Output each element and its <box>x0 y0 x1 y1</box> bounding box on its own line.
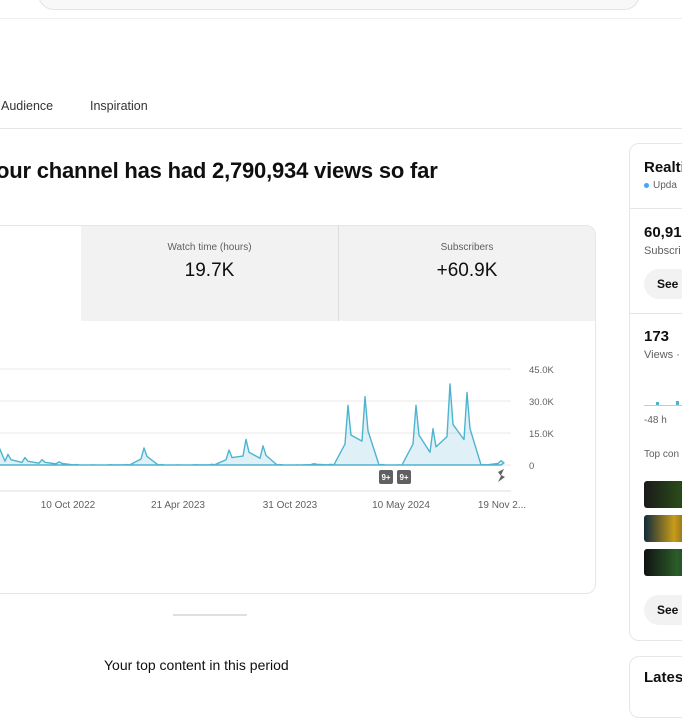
tab-divider <box>0 128 682 129</box>
realtime-bars <box>644 401 682 406</box>
realtime-views-label: Views · <box>644 349 680 361</box>
realtime-panel: Realti Upda 60,91 Subscri See 173 Views … <box>629 143 682 641</box>
event-marker[interactable]: 9+ <box>379 470 393 484</box>
panel-divider <box>630 313 682 314</box>
shorts-icon <box>498 469 505 482</box>
latest-title: Lates <box>644 669 682 686</box>
latest-panel: Lates <box>629 656 682 718</box>
video-thumbnail[interactable] <box>644 549 682 576</box>
search-bar[interactable] <box>38 0 640 10</box>
y-tick-label: 0 <box>529 461 534 472</box>
realtime-time-label: -48 h <box>644 415 667 426</box>
x-tick-label: 10 Oct 2022 <box>41 500 96 511</box>
live-dot-icon <box>644 182 649 188</box>
x-tick-label: 10 May 2024 <box>372 500 430 511</box>
overview-card: Watch time (hours) 19.7K Subscribers +60… <box>0 225 596 594</box>
see-live-count-button[interactable]: See <box>644 269 682 299</box>
realtime-views-count: 173 <box>644 328 670 345</box>
tab-inspiration[interactable]: Inspiration <box>90 99 148 113</box>
x-tick-label: 19 Nov 2... <box>478 500 526 511</box>
svg-text:9+: 9+ <box>399 473 408 482</box>
views-chart[interactable]: 45.0K 30.0K 15.0K 0 9+ 9+ 10 Oct 2022 21 Apr 20… <box>0 226 595 593</box>
realtime-title: Realti <box>644 159 682 176</box>
y-tick-label: 15.0K <box>529 429 554 440</box>
header-divider <box>0 18 682 19</box>
y-tick-label: 45.0K <box>529 365 554 376</box>
panel-divider <box>630 208 682 209</box>
event-marker[interactable]: 9+ <box>397 470 411 484</box>
update-status: Upda <box>644 180 677 191</box>
subscriber-count: 60,91 <box>644 224 682 241</box>
series-line <box>0 383 505 466</box>
video-thumbnail[interactable] <box>644 515 682 542</box>
y-tick-label: 30.0K <box>529 397 554 408</box>
x-tick-label: 21 Apr 2023 <box>151 500 205 511</box>
page-title: our channel has had 2,790,934 views so f… <box>0 158 438 183</box>
top-content-title: Your top content in this period <box>104 657 289 673</box>
subscriber-label: Subscri <box>644 245 681 257</box>
video-thumbnail[interactable] <box>644 481 682 508</box>
update-status-label: Upda <box>653 180 677 191</box>
svg-text:9+: 9+ <box>381 473 390 482</box>
top-content-label: Top con <box>644 449 680 460</box>
tab-audience[interactable]: Audience <box>1 99 53 113</box>
x-tick-label: 31 Oct 2023 <box>263 500 318 511</box>
pager-indicator <box>173 614 247 616</box>
see-more-button[interactable]: See <box>644 595 682 625</box>
